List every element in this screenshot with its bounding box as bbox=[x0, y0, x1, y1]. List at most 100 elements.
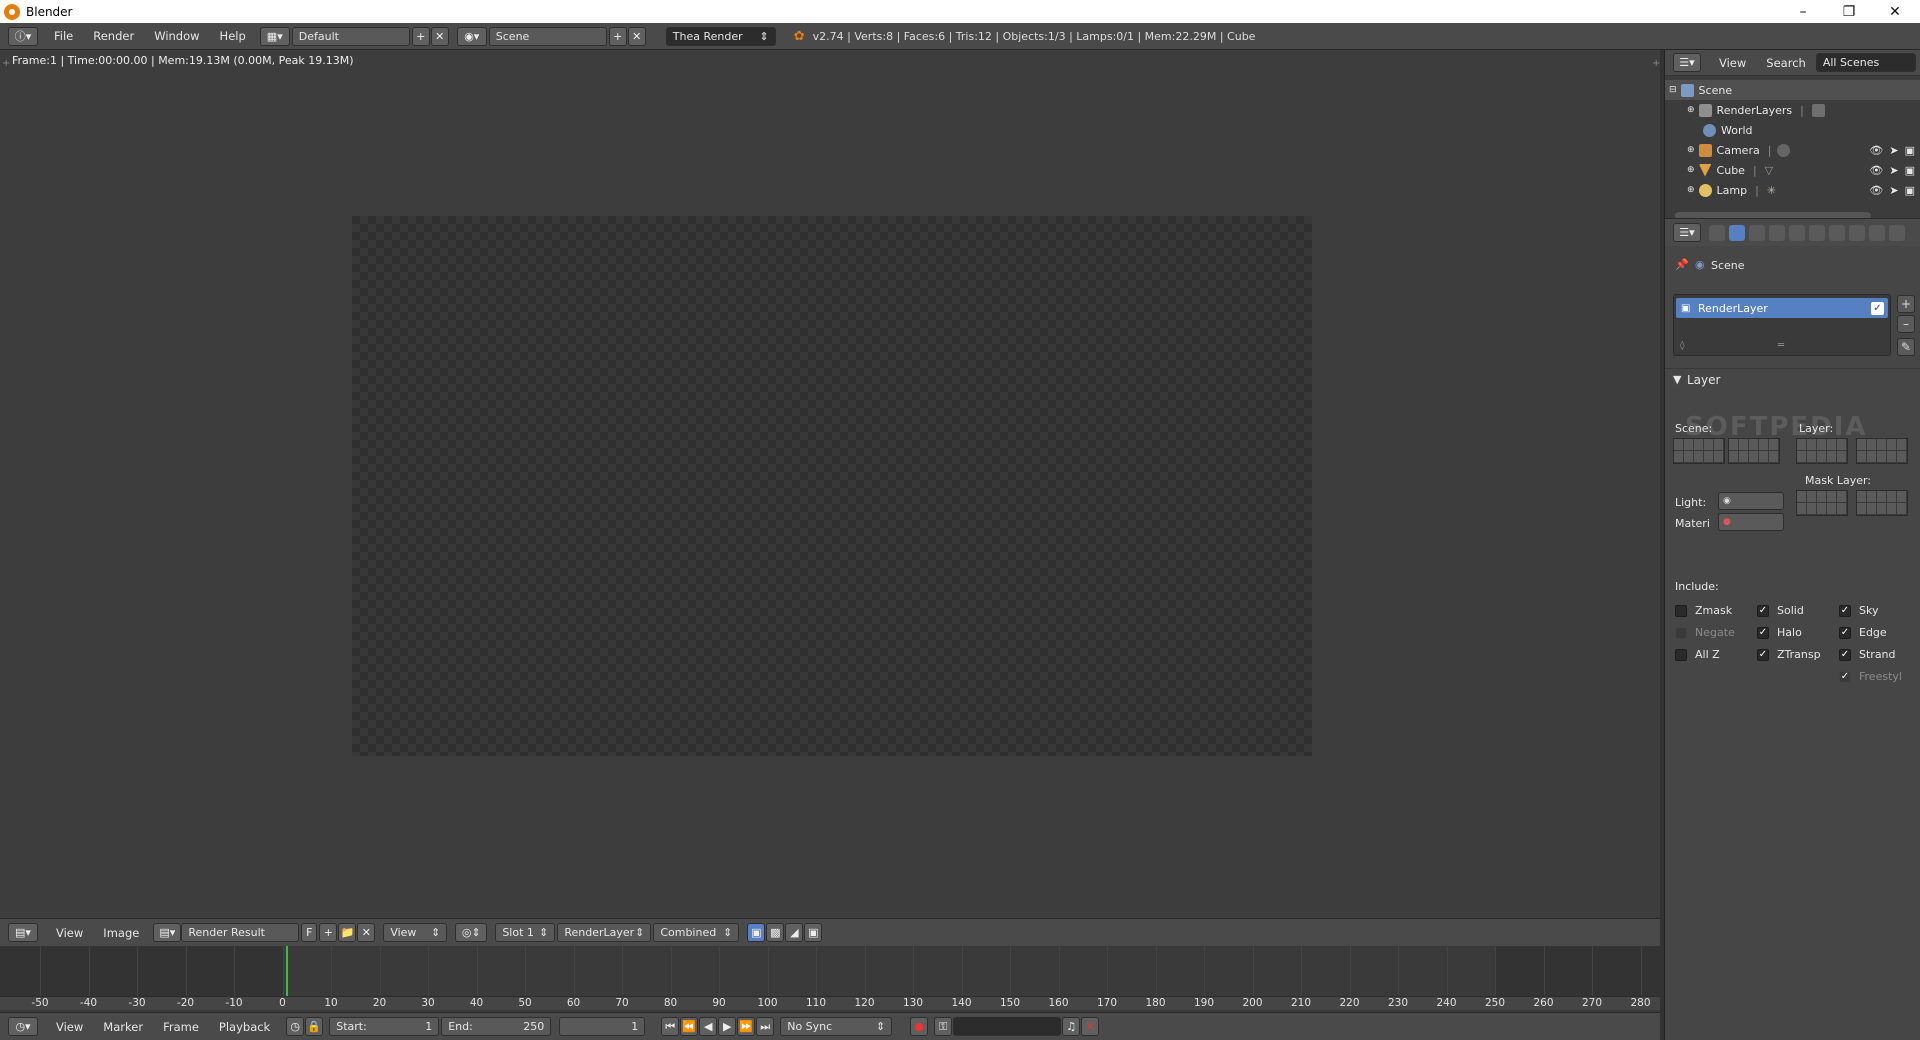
checkmark-icon[interactable]: ✓ bbox=[1839, 648, 1851, 661]
checkmark-icon[interactable]: ✓ bbox=[1757, 648, 1769, 661]
constraints-tab-icon[interactable] bbox=[1809, 224, 1825, 241]
cursor-icon[interactable]: ➤ bbox=[1889, 144, 1898, 157]
browse-image-icon[interactable]: ▤▾ bbox=[153, 923, 182, 942]
keying-set-field[interactable] bbox=[953, 1017, 1062, 1036]
current-frame-field[interactable]: 1 bbox=[559, 1017, 646, 1036]
minimize-button[interactable]: – bbox=[1780, 0, 1826, 23]
render-layer-select[interactable]: RenderLayer ⇕ bbox=[557, 923, 652, 942]
add-screen-icon[interactable]: + bbox=[411, 26, 430, 46]
menu-window[interactable]: Window bbox=[144, 29, 209, 43]
menu-marker[interactable]: Marker bbox=[93, 1020, 153, 1034]
frame-ruler[interactable] bbox=[0, 996, 1664, 1010]
scene-icon[interactable]: ◉▾ bbox=[456, 26, 487, 46]
restore-button[interactable]: ❐ bbox=[1826, 0, 1872, 23]
unlink-image-icon[interactable]: ✕ bbox=[357, 923, 376, 942]
render-tab-icon[interactable] bbox=[1709, 224, 1725, 241]
add-scene-icon[interactable]: + bbox=[608, 26, 627, 46]
menu-image[interactable]: Image bbox=[93, 926, 149, 940]
scene-tab-icon[interactable] bbox=[1749, 224, 1765, 241]
play-icon[interactable]: ▶ bbox=[718, 1017, 737, 1036]
end-frame-field[interactable]: End: 250 bbox=[441, 1017, 552, 1036]
menu-render[interactable]: Render bbox=[83, 29, 144, 43]
open-image-icon[interactable]: 📁 bbox=[338, 923, 357, 942]
menu-playback[interactable]: Playback bbox=[209, 1020, 280, 1034]
current-frame-cursor[interactable] bbox=[286, 946, 289, 996]
expand-icon[interactable]: ⊕ bbox=[1687, 185, 1695, 195]
checkmark-icon[interactable]: ✓ bbox=[1757, 604, 1769, 617]
menu-view[interactable]: View bbox=[46, 926, 93, 940]
zmask-checkbox[interactable]: Zmask bbox=[1675, 604, 1732, 617]
cursor-icon[interactable]: ➤ bbox=[1889, 164, 1898, 177]
checkbox-box[interactable] bbox=[1675, 648, 1687, 661]
render-layer-item[interactable]: ▣ RenderLayer ✓ bbox=[1676, 298, 1888, 318]
new-image-icon[interactable]: + bbox=[319, 923, 338, 942]
checkbox-box[interactable] bbox=[1675, 626, 1687, 639]
view-mode-select[interactable]: View ⇕ bbox=[383, 923, 448, 942]
pin-icon[interactable]: 📌 bbox=[1675, 258, 1689, 271]
outliner-row-renderlayers[interactable]: ⊕ RenderLayers | bbox=[1665, 100, 1920, 120]
remove-render-layer-button[interactable]: – bbox=[1897, 315, 1915, 333]
material-override-field[interactable]: ● bbox=[1718, 513, 1784, 531]
checkmark-icon[interactable]: ✓ bbox=[1839, 670, 1851, 683]
render-pass-select[interactable]: Combined ⇕ bbox=[653, 923, 740, 942]
jump-keyframe-prev-icon[interactable]: ⏪ bbox=[680, 1017, 699, 1036]
play-reverse-icon[interactable]: ◀ bbox=[699, 1017, 718, 1036]
insert-keyframe-icon[interactable]: ♫ bbox=[1062, 1017, 1081, 1036]
eye-icon[interactable]: 👁 bbox=[1869, 144, 1883, 157]
world-tab-icon[interactable] bbox=[1769, 224, 1785, 241]
record-icon[interactable]: ● bbox=[910, 1017, 929, 1036]
editor-type-info-icon[interactable]: ⓘ▾ bbox=[8, 26, 38, 46]
texture-tab-icon[interactable] bbox=[1889, 224, 1905, 241]
list-filter-icon[interactable]: ◊ bbox=[1680, 341, 1684, 351]
render-result-canvas[interactable] bbox=[352, 216, 1312, 756]
render-engine-select[interactable]: Thea Render ⇕ bbox=[665, 26, 776, 46]
close-button[interactable]: ✕ bbox=[1872, 0, 1918, 23]
lock-range-icon[interactable]: 🔒 bbox=[305, 1017, 324, 1036]
render-icon[interactable]: ▣ bbox=[1905, 184, 1915, 197]
light-override-field[interactable]: ◉ bbox=[1718, 492, 1784, 510]
editor-type-properties-icon[interactable]: ☰▾ bbox=[1673, 223, 1701, 242]
screen-layout-field[interactable]: Default bbox=[291, 26, 410, 46]
editor-type-timeline-icon[interactable]: ◷▾ bbox=[8, 1017, 38, 1036]
add-render-layer-button[interactable]: + bbox=[1897, 295, 1915, 313]
timeline-track[interactable] bbox=[0, 946, 1664, 996]
menu-search[interactable]: Search bbox=[1756, 56, 1816, 70]
expand-icon[interactable]: ⊕ bbox=[1687, 105, 1695, 115]
render-layer-enable-checkbox[interactable]: ✓ bbox=[1871, 301, 1884, 315]
outliner-row-lamp[interactable]: ⊕ Lamp | ✳ 👁 ➤ ▣ bbox=[1665, 180, 1920, 200]
remove-scene-icon[interactable]: ✕ bbox=[627, 26, 646, 46]
cursor-icon[interactable]: ➤ bbox=[1889, 184, 1898, 197]
sky-checkbox[interactable]: ✓ Sky bbox=[1839, 604, 1878, 617]
screen-layout-icon[interactable]: ▦▾ bbox=[259, 26, 290, 46]
delete-keyframe-icon[interactable]: ✕ bbox=[1081, 1017, 1100, 1036]
collapse-icon[interactable]: ⊟ bbox=[1669, 85, 1677, 95]
outliner-row-camera[interactable]: ⊕ Camera | 👁 ➤ ▣ bbox=[1665, 140, 1920, 160]
menu-view[interactable]: View bbox=[1709, 56, 1756, 70]
jump-end-icon[interactable]: ⏭ bbox=[756, 1017, 775, 1036]
checkbox-box[interactable] bbox=[1675, 604, 1687, 617]
render-layers-tab-icon[interactable] bbox=[1729, 224, 1745, 241]
start-frame-field[interactable]: Start: 1 bbox=[329, 1017, 440, 1036]
fake-user-button[interactable]: F bbox=[301, 923, 318, 942]
checkmark-icon[interactable]: ✓ bbox=[1839, 626, 1851, 639]
editor-type-image-icon[interactable]: ▤▾ bbox=[8, 923, 38, 942]
list-resize-handle[interactable]: ═ bbox=[1778, 340, 1784, 351]
mask-layers-grid-a[interactable] bbox=[1796, 490, 1848, 516]
outliner-row-scene[interactable]: ⊟ Scene bbox=[1665, 80, 1920, 100]
keying-set-icon[interactable]: ⚿ bbox=[934, 1017, 953, 1036]
preview-range-icon[interactable]: ◷ bbox=[286, 1017, 305, 1036]
menu-frame[interactable]: Frame bbox=[153, 1020, 209, 1034]
mask-layers-grid-b[interactable] bbox=[1856, 490, 1908, 516]
image-editor-area[interactable]: Frame:1 | Time:00:00.00 | Mem:19.13M (0.… bbox=[0, 50, 1664, 918]
draw-image-alpha-icon[interactable]: ▣ bbox=[747, 923, 766, 942]
draw-rgb-icon[interactable]: ▣ bbox=[804, 923, 823, 942]
checkmark-icon[interactable]: ✓ bbox=[1839, 604, 1851, 617]
outliner-filter-select[interactable]: All Scenes bbox=[1815, 53, 1916, 72]
timeline-editor[interactable]: -50 -40 -30 -20 -10 0 10 20 30 40 50 60 70 80 90 100 110… bbox=[0, 946, 1664, 1012]
checkmark-icon[interactable]: ✓ bbox=[1757, 626, 1769, 639]
render-layer-specials-icon[interactable]: ✎ bbox=[1897, 338, 1915, 356]
solid-checkbox[interactable]: ✓ Solid bbox=[1757, 604, 1804, 617]
render-layer-list[interactable]: ▣ RenderLayer ✓ ◊ ═ bbox=[1673, 294, 1891, 356]
edge-checkbox[interactable]: ✓ Edge bbox=[1839, 626, 1887, 639]
pivot-icon[interactable]: ◎⇕ bbox=[455, 923, 488, 942]
